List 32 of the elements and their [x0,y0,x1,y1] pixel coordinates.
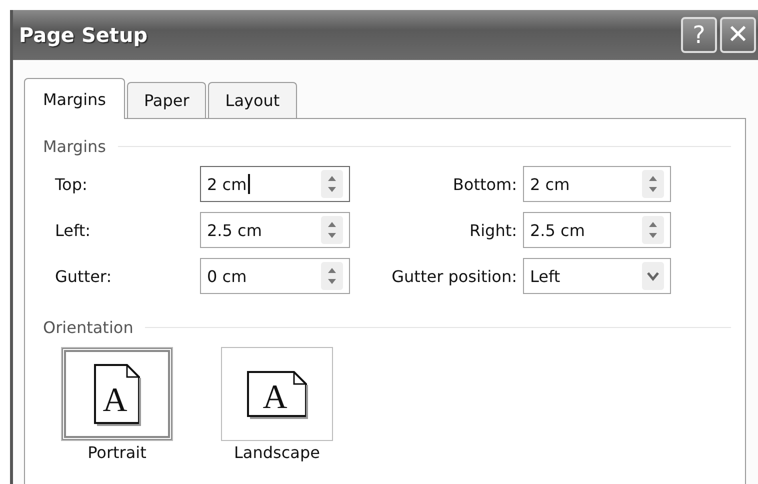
field-label: Left: [55,220,92,240]
spin-field[interactable]: 2 cm [200,166,350,202]
spinner-icon[interactable] [321,262,343,290]
portrait-page-icon: A [91,361,143,427]
field-label: Top: [55,174,88,194]
field-label: Gutter: [55,266,113,286]
landscape-page-icon: A [244,368,310,420]
tab[interactable]: Paper [126,82,206,118]
spinner-icon[interactable] [321,216,343,244]
chevron-down-icon[interactable] [642,262,664,290]
option-label: Portrait [88,443,146,462]
close-button[interactable]: ✕ [720,17,756,53]
group-heading: Margins [43,137,106,156]
spinner-icon[interactable] [642,170,664,198]
field-label: Right: [468,220,518,240]
tab[interactable]: Layout [208,82,297,118]
spin-field[interactable]: 2.5 cm [200,212,350,248]
field-label: Bottom: [452,174,518,194]
landscape-button[interactable]: A [221,347,333,441]
tab[interactable]: Margins [24,78,125,119]
spin-field[interactable]: 2 cm [523,166,671,202]
field-label: Gutter position: [390,266,518,286]
dropdown-field[interactable]: Left [523,258,671,294]
spinner-icon[interactable] [642,216,664,244]
spin-field[interactable]: 0 cm [200,258,350,294]
group-heading: Orientation [43,318,134,337]
help-button[interactable]: ? [681,17,717,53]
option-label: Landscape [234,443,320,462]
window-title: Page Setup [19,23,148,47]
spin-field[interactable]: 2.5 cm [523,212,671,248]
spinner-icon[interactable] [321,170,343,198]
portrait-button[interactable]: A [61,347,173,441]
